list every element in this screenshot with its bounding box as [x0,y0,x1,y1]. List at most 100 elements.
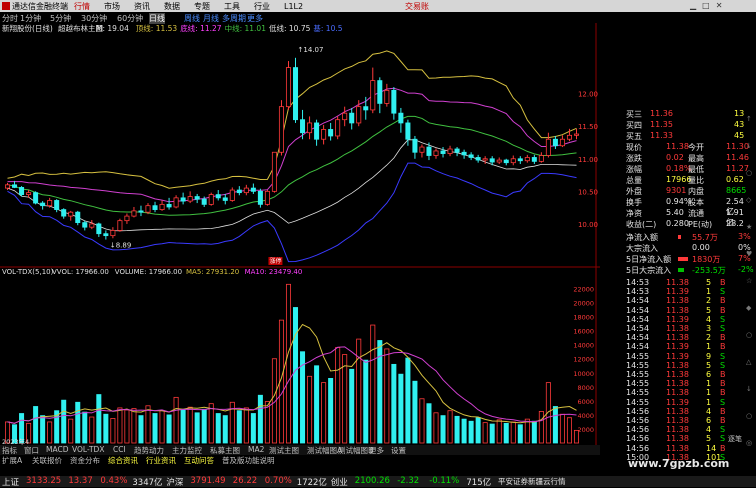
volume-bar [89,416,95,444]
quote-panel: 买三 11.36 13 买四 11.35 43 买五 11.33 45 现价 11.38 今开 11.3… [600,23,756,462]
volume-bar [40,415,46,444]
candle [496,159,502,163]
flow-bar [678,257,688,261]
candle [201,198,207,205]
volume-bar [293,307,299,444]
tick-dir: S [720,434,726,444]
panel-side-icon[interactable]: ☆ [746,277,752,285]
tick-dir: B [720,379,726,389]
menu-item-5[interactable]: 工具 [224,2,240,11]
menu-item-3[interactable]: 数据 [164,2,180,11]
candle [208,194,214,205]
candle [300,119,306,134]
volume-bar [566,417,572,444]
ext-tab-4[interactable]: 行业资讯 [146,455,176,466]
tick-vol: 6 [706,416,712,425]
tick-time: 14:56 [626,416,650,425]
panel-side-icon[interactable]: ↑ [746,115,752,123]
ext-tab-2[interactable]: 资金分布 [70,455,100,466]
candle [482,158,488,161]
quote-row: 买四 11.35 43 [602,120,750,131]
indicator-tab-3[interactable]: VOL-TDX [72,445,104,454]
menu-item-2[interactable]: 资讯 [134,2,150,11]
tick-time: 14:55 [626,370,650,379]
volume-bar [384,348,390,444]
candle [222,197,228,201]
candle [398,112,404,124]
panel-tab-ticks[interactable]: 逐笔 [728,434,742,444]
status-server[interactable]: 平安证券新疆云行情 [498,476,566,487]
panel-side-icon[interactable]: ◇ [746,196,751,204]
candle [412,138,418,153]
menu-item-4[interactable]: 专题 [194,2,210,11]
tick-time: 14:56 [626,425,650,435]
tick-dir: B [720,406,726,416]
candle [173,197,179,208]
tick-time: 14:56 [626,443,650,453]
flow-bar [678,235,681,239]
account-link[interactable]: 交易账 [405,1,429,12]
ext-tab-5[interactable]: 互动问答 [184,455,214,466]
panel-side-icon[interactable]: ◆ [746,304,751,312]
volume-bar [250,413,256,444]
candle [384,89,390,104]
menu-item-0[interactable]: 行情 [74,2,90,11]
candle [545,138,551,156]
ext-tab-6[interactable]: 普及版功能说明 [222,455,275,466]
candle [426,146,432,156]
vol-indicator-name[interactable]: VOL-TDX(5,10) [2,268,54,276]
tick-vol: 1 [706,397,712,407]
panel-side-icon[interactable]: ◎ [746,439,752,447]
ext-tab-0[interactable]: 扩展A [2,455,22,466]
volume-bar [152,413,158,444]
ext-tab-3[interactable]: 综合资讯 [108,455,138,466]
panel-side-icon[interactable]: ○ [746,412,752,420]
app-logo-icon [2,2,10,10]
panel-side-icon[interactable]: △ [746,358,751,366]
indicator-tab-8[interactable]: MA2 [248,445,264,454]
quote-row: 涨跌 0.02 最高 11.46 [602,153,750,164]
volume-bar [159,410,165,444]
candle [40,202,46,207]
tick-price: 11.39 [666,287,689,297]
candle [47,200,53,207]
menu-item-1[interactable]: 市场 [104,2,120,11]
volume-tick-label: 4000 [577,412,594,420]
quote-field-value: 0.02 [666,153,684,162]
tick-vol: 5 [706,434,712,444]
quote-field-value: 0.280 [666,219,689,228]
menu-item-6[interactable]: 行业 [254,2,270,11]
tick-time: 14:53 [626,278,650,287]
candle [531,157,537,162]
menu-item-7[interactable]: L1L2 [284,2,303,11]
tick-vol: 5 [706,360,712,370]
indicator-tab-4[interactable]: CCI [113,445,126,454]
volume-bar [342,354,348,444]
volume-bar [47,421,53,444]
volume-bar [356,338,362,444]
volume-bar [510,421,516,444]
panel-side-icon[interactable]: ♥ [746,250,752,258]
panel-side-icon[interactable]: ★ [746,223,752,231]
ask-price: 11.36 [650,109,673,118]
candle [215,194,221,199]
ask-label: 买五 [626,132,642,141]
tick-vol: 4 [706,314,712,324]
ext-tab-1[interactable]: 关联报价 [32,455,62,466]
panel-side-icon[interactable]: ○ [746,331,752,339]
panel-side-icon[interactable]: ○ [746,169,752,177]
candle [243,187,249,194]
tick-dir: B [720,278,726,287]
volume-bar [124,409,130,444]
kline-chart[interactable]: 新翔股份(日线) 超越布林主图M: 19.04 顶线: 11.53 底线: 11.27… [0,23,600,445]
quote-field-label2: PE(动) [688,220,713,229]
panel-side-icon[interactable]: ↓ [746,385,752,393]
candle [475,157,481,161]
panel-side-icon[interactable]: ↓ [746,142,752,150]
indicator-tab-2[interactable]: MACD [46,445,68,454]
flow-bar [678,268,684,272]
volume-bar [440,415,446,444]
flow-pct: -2% [738,265,754,274]
window-controls[interactable]: ▁□✕ [690,1,728,10]
candle [335,119,341,137]
